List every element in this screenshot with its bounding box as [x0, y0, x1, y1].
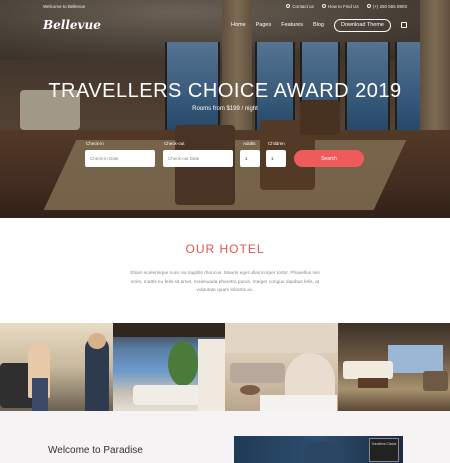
checkout-input[interactable]: Check-out Date — [163, 150, 233, 167]
nav-item-pages[interactable]: Pages — [256, 22, 272, 28]
ceiling-beams — [112, 323, 225, 337]
doorman-head — [88, 333, 106, 349]
logo[interactable]: Bellevue — [43, 18, 231, 32]
location-icon — [321, 4, 326, 8]
checkin-input[interactable]: Check-in Date — [85, 150, 155, 167]
hero-title: TRAVELLERS CHOICE AWARD 2019 — [48, 80, 402, 102]
award-badge: Travellers Choice — [369, 438, 399, 462]
tree-silhouette — [304, 441, 344, 463]
hero-section: Welcome to Bellevue Contact us How to Fi… — [0, 0, 450, 218]
photo-lounge[interactable] — [225, 323, 338, 411]
table — [240, 385, 260, 395]
contact-links: Contact us How to Find Us (+) 250 555 89… — [286, 4, 407, 9]
photo-arrival[interactable] — [0, 323, 113, 411]
children-select[interactable]: 1 — [266, 150, 286, 167]
top-bar: Welcome to Bellevue Contact us How to Fi… — [0, 0, 450, 12]
welcome-image[interactable]: Travellers Choice — [234, 436, 403, 463]
curtain — [197, 339, 225, 411]
nav-item-home[interactable]: Home — [231, 22, 246, 28]
sofa — [230, 363, 285, 383]
palm-tree — [167, 341, 198, 386]
bench — [357, 378, 388, 388]
photo-strip — [0, 323, 450, 411]
nav-item-blog[interactable]: Blog — [313, 22, 324, 28]
photo-balcony[interactable] — [112, 323, 225, 411]
checkout-label: Check-out — [164, 141, 185, 146]
wall — [225, 323, 337, 353]
children-label: Children — [268, 141, 285, 146]
find-us-link[interactable]: How to Find Us — [321, 4, 359, 9]
contact-us-link[interactable]: Contact us — [286, 4, 314, 9]
hero-subtitle: Rooms from $199 / night — [192, 106, 258, 112]
shopping-bag-icon[interactable] — [401, 22, 407, 28]
welcome-text: Welcome to Bellevue — [43, 3, 86, 9]
adults-label: Adults — [243, 141, 256, 146]
lounge-chair — [260, 395, 337, 411]
guest-jeans — [32, 378, 48, 411]
checkin-label: Check-in — [86, 141, 104, 146]
phone-link[interactable]: (+) 250 555 8903 — [366, 4, 407, 9]
nav-menu: Home Pages Features Blog Download Theme — [231, 18, 407, 32]
our-hotel-text: Etiam scelerisque nunc eu sagittis rhonc… — [130, 271, 320, 293]
phone-icon — [366, 4, 371, 8]
main-nav: Bellevue Home Pages Features Blog Downlo… — [0, 14, 450, 36]
our-hotel-title: OUR HOTEL — [185, 242, 265, 256]
adults-select[interactable]: 1 — [240, 150, 260, 167]
welcome-title: Welcome to Paradise — [48, 445, 143, 456]
armchair — [422, 371, 448, 391]
bed — [342, 361, 393, 379]
download-theme-button[interactable]: Download Theme — [333, 18, 391, 32]
search-button[interactable]: Search — [294, 150, 364, 167]
nav-item-features[interactable]: Features — [281, 22, 303, 28]
chat-icon — [286, 4, 291, 8]
window — [387, 345, 443, 373]
photo-bedroom[interactable] — [337, 323, 450, 411]
